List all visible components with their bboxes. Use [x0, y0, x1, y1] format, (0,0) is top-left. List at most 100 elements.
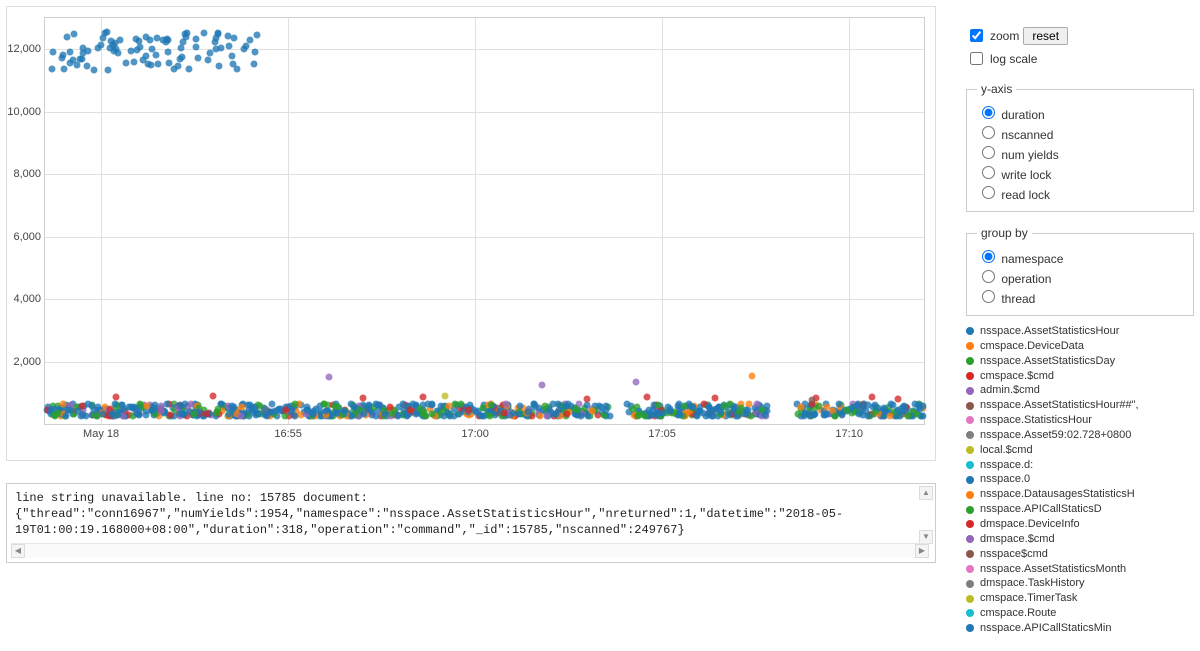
scatter-point[interactable]: [179, 38, 186, 45]
scatter-point[interactable]: [359, 395, 366, 402]
scatter-point[interactable]: [261, 406, 268, 413]
scatter-point[interactable]: [381, 410, 388, 417]
scatter-point[interactable]: [139, 56, 146, 63]
scatter-point[interactable]: [478, 412, 485, 419]
scatter-point[interactable]: [831, 413, 838, 420]
scatter-point[interactable]: [106, 44, 113, 51]
scatter-point[interactable]: [705, 409, 712, 416]
scatter-point[interactable]: [291, 401, 298, 408]
scatter-point[interactable]: [83, 412, 90, 419]
scatter-point[interactable]: [322, 408, 329, 415]
legend-item[interactable]: nsspace.AssetStatisticsHour##",: [966, 398, 1194, 413]
scatter-point[interactable]: [868, 394, 875, 401]
groupby-radio[interactable]: [982, 250, 995, 263]
scatter-point[interactable]: [389, 410, 396, 417]
scatter-point[interactable]: [574, 406, 581, 413]
scatter-point[interactable]: [49, 49, 56, 56]
scroll-down-icon[interactable]: ▼: [919, 530, 933, 544]
scatter-point[interactable]: [113, 394, 120, 401]
scatter-point[interactable]: [341, 408, 348, 415]
scatter-point[interactable]: [205, 56, 212, 63]
scatter-point[interactable]: [253, 31, 260, 38]
scatter-point[interactable]: [154, 61, 161, 68]
scroll-up-icon[interactable]: ▲: [919, 486, 933, 500]
scatter-point[interactable]: [133, 36, 140, 43]
yaxis-radio[interactable]: [982, 106, 995, 119]
scatter-point[interactable]: [231, 34, 238, 41]
scatter-point[interactable]: [212, 34, 219, 41]
scatter-point[interactable]: [152, 401, 159, 408]
scatter-point[interactable]: [843, 406, 850, 413]
legend-item[interactable]: dmspace.DeviceInfo: [966, 517, 1194, 532]
scatter-point[interactable]: [186, 66, 193, 73]
scatter-point[interactable]: [178, 44, 185, 51]
groupby-option-thread[interactable]: thread: [977, 287, 1183, 306]
scatter-point[interactable]: [855, 411, 862, 418]
scatter-point[interactable]: [677, 411, 684, 418]
scatter-point[interactable]: [480, 404, 487, 411]
scatter-point[interactable]: [407, 406, 414, 413]
scatter-point[interactable]: [730, 405, 737, 412]
scatter-point[interactable]: [105, 66, 112, 73]
scatter-point[interactable]: [501, 409, 508, 416]
scatter-point[interactable]: [920, 413, 927, 420]
scatter-point[interactable]: [115, 50, 122, 57]
scatter-point[interactable]: [537, 412, 544, 419]
scatter-point[interactable]: [94, 412, 101, 419]
scatter-point[interactable]: [250, 60, 257, 67]
scatter-point[interactable]: [71, 31, 78, 38]
scatter-point[interactable]: [871, 402, 878, 409]
scatter-point[interactable]: [694, 412, 701, 419]
yaxis-radio[interactable]: [982, 186, 995, 199]
legend-item[interactable]: nsspace.StatisticsHour: [966, 413, 1194, 428]
scatter-point[interactable]: [486, 412, 493, 419]
scatter-point[interactable]: [255, 410, 262, 417]
scatter-point[interactable]: [472, 408, 479, 415]
legend-item[interactable]: cmspace.Route: [966, 606, 1194, 621]
scatter-point[interactable]: [503, 400, 510, 407]
scatter-point[interactable]: [153, 34, 160, 41]
scatter-point[interactable]: [544, 413, 551, 420]
scatter-point[interactable]: [438, 403, 445, 410]
scatter-point[interactable]: [69, 57, 76, 64]
groupby-option-namespace[interactable]: namespace: [977, 247, 1183, 266]
scatter-point[interactable]: [332, 402, 339, 409]
legend-item[interactable]: nsspace.AssetStatisticsHour: [966, 324, 1194, 339]
scatter-point[interactable]: [887, 401, 894, 408]
scatter-point[interactable]: [193, 43, 200, 50]
scatter-point[interactable]: [886, 413, 893, 420]
scatter-point[interactable]: [146, 37, 153, 44]
scatter-point[interactable]: [516, 410, 523, 417]
scatter-point[interactable]: [90, 66, 97, 73]
scatter-point[interactable]: [541, 403, 548, 410]
scatter-point[interactable]: [823, 404, 830, 411]
scatter-point[interactable]: [635, 412, 642, 419]
legend-item[interactable]: nsspace.0: [966, 472, 1194, 487]
scatter-point[interactable]: [465, 407, 472, 414]
scatter-point[interactable]: [224, 32, 231, 39]
scatter-point[interactable]: [131, 59, 138, 66]
scatter-point[interactable]: [603, 406, 610, 413]
scatter-point[interactable]: [182, 31, 189, 38]
scatter-point[interactable]: [228, 52, 235, 59]
scatter-point[interactable]: [416, 406, 423, 413]
scatter-point[interactable]: [66, 406, 73, 413]
scatter-point[interactable]: [192, 36, 199, 43]
scatter-point[interactable]: [555, 400, 562, 407]
scatter-point[interactable]: [225, 43, 232, 50]
scatter-point[interactable]: [816, 403, 823, 410]
scatter-point[interactable]: [821, 411, 828, 418]
scatter-point[interactable]: [530, 401, 537, 408]
scatter-point[interactable]: [395, 413, 402, 420]
scatter-point[interactable]: [748, 372, 755, 379]
scatter-point[interactable]: [681, 402, 688, 409]
scatter-point[interactable]: [487, 402, 494, 409]
scatter-point[interactable]: [905, 413, 912, 420]
scatter-point[interactable]: [762, 411, 769, 418]
scatter-point[interactable]: [539, 381, 546, 388]
scatter-point[interactable]: [351, 404, 358, 411]
scatter-point[interactable]: [178, 54, 185, 61]
groupby-radio[interactable]: [982, 270, 995, 283]
scatter-point[interactable]: [115, 411, 122, 418]
scatter-point[interactable]: [144, 402, 151, 409]
